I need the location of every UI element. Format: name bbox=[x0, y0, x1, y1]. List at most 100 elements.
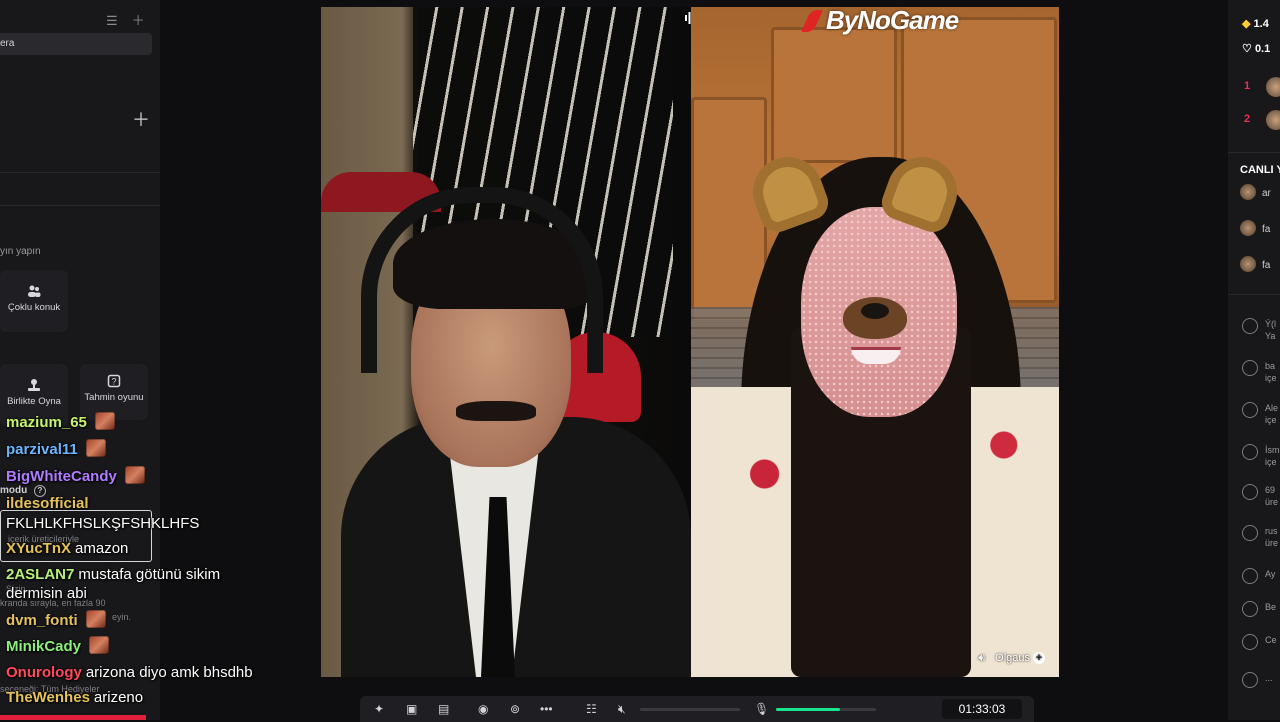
chat-username[interactable]: MinikCady bbox=[6, 638, 81, 655]
chat-message: FKLHLKFHSLKŞFSHKLHFS bbox=[6, 515, 199, 533]
dog-nose-filter bbox=[843, 297, 907, 339]
chat-username[interactable]: ildesofficial bbox=[6, 495, 89, 512]
chat-text: arizona diyo amk bhsdhb bbox=[85, 664, 253, 681]
magic-wand-icon[interactable]: ✦ bbox=[374, 702, 384, 716]
avatar[interactable] bbox=[1266, 110, 1280, 130]
user-icon bbox=[1242, 360, 1258, 376]
divider bbox=[1228, 294, 1280, 295]
user-icon bbox=[1242, 444, 1258, 460]
more-icon[interactable]: ••• bbox=[540, 702, 553, 716]
guest-video: 🔊︎ Olgaus + bbox=[691, 7, 1059, 677]
activity-item[interactable]: İsm içe bbox=[1242, 444, 1280, 468]
activity-item[interactable]: Ce bbox=[1242, 634, 1277, 650]
rank-number: 2 bbox=[1244, 113, 1251, 125]
activity-item[interactable]: Ale içe bbox=[1242, 402, 1278, 426]
chat-message: TheWenhes arizeno bbox=[6, 689, 143, 707]
activity-text: üre bbox=[1265, 538, 1279, 548]
mic-level-slider[interactable] bbox=[776, 708, 876, 711]
hint-text: yın yapın bbox=[0, 246, 41, 257]
volume-icon[interactable]: 🔊︎ bbox=[978, 652, 985, 664]
chat-text: arizeno bbox=[93, 689, 144, 706]
chat-message: MinikCady bbox=[6, 636, 110, 656]
tool-label: Çoklu konuk bbox=[7, 302, 61, 313]
tool-label: Birlikte Oyna bbox=[7, 396, 61, 407]
diamond-icon: ◆ bbox=[1242, 18, 1251, 30]
layout-icon[interactable]: ▣ bbox=[406, 702, 417, 716]
chat-message: XYucTnX amazon bbox=[6, 540, 128, 558]
activity-item[interactable]: 69 üre bbox=[1242, 484, 1278, 508]
emote-icon bbox=[85, 439, 106, 457]
emote-icon bbox=[89, 636, 110, 654]
heart-icon: ♡ bbox=[1242, 43, 1252, 55]
joystick-icon bbox=[28, 379, 40, 391]
chat-text: dermisin abi bbox=[6, 585, 87, 602]
chat-username[interactable]: 2ASLAN7 bbox=[6, 566, 74, 583]
camera-icon[interactable]: ⊚ bbox=[510, 702, 520, 716]
list-icon[interactable]: ☰ bbox=[106, 13, 118, 28]
mic-icon[interactable]: 🎙︎ bbox=[754, 702, 769, 716]
emote-icon bbox=[94, 412, 115, 430]
share-icon bbox=[1242, 601, 1258, 617]
activity-item[interactable]: ... bbox=[1242, 672, 1273, 688]
chat-username[interactable]: TheWenhes bbox=[6, 689, 90, 706]
activity-text: 69 bbox=[1265, 485, 1276, 495]
likes-stat: ♡ 0.1 bbox=[1242, 43, 1271, 55]
divider bbox=[0, 205, 160, 206]
chat-username[interactable]: parzival11 bbox=[6, 441, 78, 458]
activity-text: İsm bbox=[1265, 445, 1280, 455]
activity-text: Ý(l bbox=[1265, 319, 1276, 329]
top-icons: ☰ ＋ bbox=[106, 10, 159, 29]
chat-username[interactable]: XYucTnX bbox=[6, 540, 71, 557]
stream-control-bar: ✦ ▣ ▤ ◉ ⊚ ••• ☷ 🔇︎ 🎙︎ 01:33:03 bbox=[360, 696, 1034, 722]
headphones bbox=[361, 187, 603, 373]
plus-icon[interactable]: ＋ bbox=[132, 13, 145, 28]
chat-message: 2ASLAN7 mustafa götünü sikim bbox=[6, 566, 220, 584]
activity-item[interactable]: rus üre bbox=[1242, 525, 1278, 549]
live-viewers-title: CANLI Y bbox=[1240, 164, 1280, 176]
chat-username[interactable]: mazium_65 bbox=[6, 414, 87, 431]
activity-item[interactable]: Ay bbox=[1242, 568, 1275, 584]
avatar[interactable] bbox=[1266, 77, 1280, 97]
add-icon[interactable]: ＋ bbox=[132, 106, 150, 132]
rank-number: 1 bbox=[1244, 80, 1251, 92]
volume-slider[interactable] bbox=[640, 708, 740, 711]
chat-username[interactable]: BigWhiteCandy bbox=[6, 468, 117, 485]
activity-item[interactable]: Ý(l Ya bbox=[1242, 318, 1276, 342]
chat-message: parzival11 bbox=[6, 439, 106, 459]
activity-item[interactable]: Be bbox=[1242, 601, 1276, 617]
stream-timer: 01:33:03 bbox=[942, 699, 1022, 719]
activity-text: içe bbox=[1265, 373, 1277, 383]
users-icon bbox=[28, 285, 41, 297]
settings-field[interactable]: era bbox=[0, 33, 152, 55]
activity-text: Ce bbox=[1265, 635, 1277, 645]
mustache bbox=[456, 401, 536, 421]
chat-overlay: mazium_65 parzival11 BigWhiteCandy ildesoff… bbox=[0, 412, 320, 720]
activity-text: içe bbox=[1265, 415, 1277, 425]
activity-text: ba bbox=[1265, 361, 1276, 371]
share-icon bbox=[1242, 568, 1258, 584]
viewer-item[interactable]: fa bbox=[1240, 220, 1270, 236]
screen-icon[interactable]: ▤ bbox=[438, 702, 449, 716]
activity-text: ... bbox=[1265, 673, 1273, 683]
chat-text: mustafa götünü sikim bbox=[78, 566, 221, 583]
chat-message: dermisin abi bbox=[6, 585, 87, 603]
tool-label: Tahmin oyunu bbox=[84, 392, 144, 403]
avatar bbox=[1240, 220, 1256, 236]
chat-username[interactable]: dvm_fonti bbox=[6, 612, 78, 629]
record-icon[interactable]: ◉ bbox=[478, 702, 488, 716]
chat-message: ildesofficial bbox=[6, 495, 93, 513]
follow-plus-icon[interactable]: + bbox=[1033, 652, 1045, 664]
activity-text: üre bbox=[1265, 497, 1279, 507]
viewer-item[interactable]: fa bbox=[1240, 256, 1270, 272]
user-icon bbox=[1242, 525, 1258, 541]
mic-level-fill bbox=[776, 708, 840, 711]
activity-item[interactable]: ba içe bbox=[1242, 360, 1277, 384]
chat-message: dvm_fonti bbox=[6, 610, 106, 630]
sliders-icon[interactable]: ☷ bbox=[586, 702, 597, 716]
multi-guest-button[interactable]: Çoklu konuk bbox=[0, 270, 68, 332]
viewer-item[interactable]: ar bbox=[1240, 184, 1271, 200]
kitchen-cabinet bbox=[771, 27, 897, 163]
mute-icon[interactable]: 🔇︎ bbox=[618, 702, 626, 717]
chat-username[interactable]: Onurology bbox=[6, 664, 82, 681]
activity-text: Ya bbox=[1265, 331, 1276, 341]
